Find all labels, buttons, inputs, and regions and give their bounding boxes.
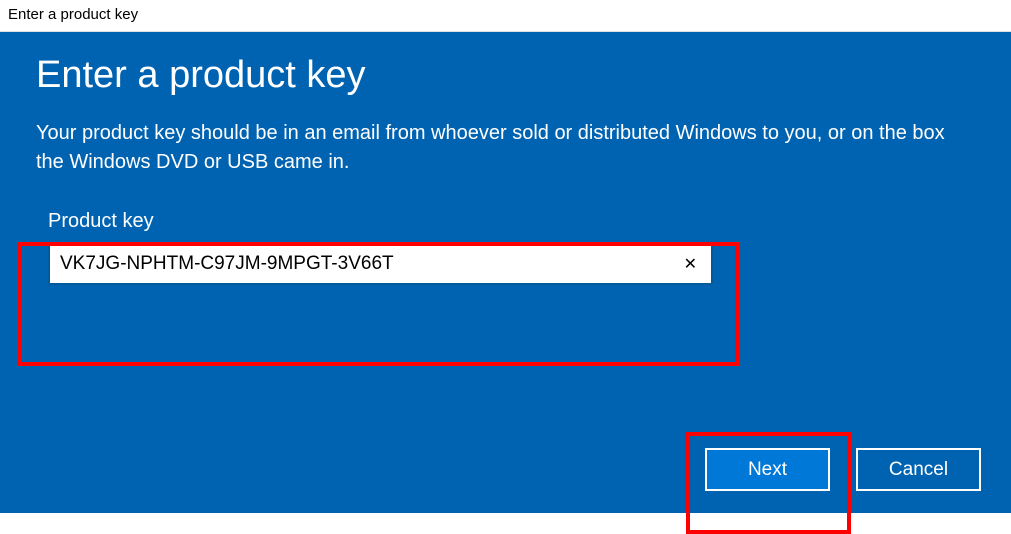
button-row: Next Cancel <box>705 448 981 491</box>
description-text: Your product key should be in an email f… <box>36 119 956 177</box>
product-key-label: Product key <box>48 210 744 233</box>
page-title: Enter a product key <box>36 54 975 97</box>
window-title-bar: Enter a product key <box>0 0 1011 32</box>
product-key-input-container[interactable]: ✕ <box>48 243 713 285</box>
dialog-body: Enter a product key Your product key sho… <box>0 32 1011 513</box>
next-button[interactable]: Next <box>705 448 830 491</box>
clear-input-icon[interactable]: ✕ <box>680 254 701 274</box>
product-key-field-group: Product key ✕ <box>36 199 756 307</box>
product-key-input[interactable] <box>60 253 680 275</box>
window-title: Enter a product key <box>8 6 138 23</box>
cancel-button[interactable]: Cancel <box>856 448 981 491</box>
